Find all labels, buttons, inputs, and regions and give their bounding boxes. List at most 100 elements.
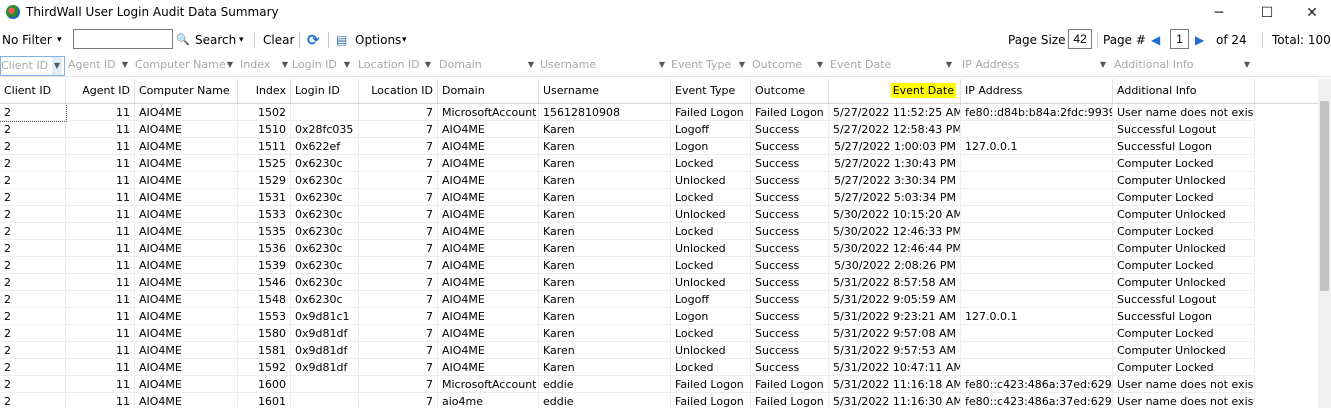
chevron-down-icon[interactable]: ▼ [344,56,350,74]
table-cell[interactable]: fe80::d84b:b84a:2fdc:9939 [961,104,1113,121]
table-cell[interactable]: Success [751,223,829,240]
table-cell[interactable] [961,189,1113,206]
table-cell[interactable]: 2 [0,240,66,257]
table-cell[interactable]: AIO4ME [438,291,539,308]
column-header-location-id[interactable]: Location ID [359,79,438,103]
table-cell[interactable]: 1529 [238,172,291,189]
table-cell[interactable]: Karen [539,155,671,172]
table-cell[interactable]: Computer Locked [1113,155,1255,172]
table-cell[interactable]: AIO4ME [438,308,539,325]
table-cell[interactable]: 5/30/2022 10:15:20 AM [829,206,961,223]
table-cell[interactable]: Success [751,206,829,223]
table-cell[interactable]: 11 [66,223,135,240]
table-cell[interactable]: 11 [66,206,135,223]
table-cell[interactable]: Logon [671,138,751,155]
table-row[interactable]: 2 11 AIO4ME 1502 7 MicrosoftAccount 1561281090… [0,104,1318,122]
chevron-down-icon[interactable]: ▼ [425,56,431,74]
table-cell[interactable]: Success [751,121,829,138]
table-cell[interactable]: Logon [671,308,751,325]
table-cell[interactable]: 11 [66,291,135,308]
table-cell[interactable]: 1548 [238,291,291,308]
table-cell[interactable]: AIO4ME [135,291,238,308]
search-options-chevron-icon[interactable]: ▾ [239,30,244,50]
table-cell[interactable] [961,206,1113,223]
table-cell[interactable]: 2 [0,223,66,240]
table-cell[interactable]: Success [751,325,829,342]
table-cell[interactable]: 1580 [238,325,291,342]
table-cell[interactable]: 7 [359,240,438,257]
table-cell[interactable]: 2 [0,121,66,138]
filter-select[interactable]: No Filter [2,30,52,50]
chevron-down-icon[interactable]: ▼ [282,56,288,74]
table-cell[interactable] [961,274,1113,291]
table-row[interactable]: 2 11 AIO4ME 1600 7 MicrosoftAccount eddie Faile… [0,376,1318,393]
table-cell[interactable]: Computer Locked [1113,189,1255,206]
table-cell[interactable] [961,172,1113,189]
page-number-input[interactable] [1170,29,1189,49]
table-cell[interactable]: Karen [539,342,671,359]
table-cell[interactable]: AIO4ME [135,155,238,172]
filter-event-date[interactable]: Event Date ▼ [830,56,954,74]
table-cell[interactable] [291,376,359,393]
table-cell[interactable]: 1531 [238,189,291,206]
table-row[interactable]: 2 11 AIO4ME 1580 0x9d81df 7 AIO4ME Karen Locked S… [0,325,1318,342]
table-row[interactable]: 2 11 AIO4ME 1536 0x6230c 7 AIO4ME Karen Unlocked… [0,240,1318,257]
table-cell[interactable]: User name does not exist [1113,104,1255,121]
filter-computer-name[interactable]: Computer Name ▼ [135,56,235,74]
table-cell[interactable]: 5/31/2022 9:05:59 AM [829,291,961,308]
table-cell[interactable]: AIO4ME [438,189,539,206]
table-cell[interactable]: Successful Logon [1113,308,1255,325]
table-row[interactable]: 2 11 AIO4ME 1531 0x6230c 7 AIO4ME Karen Locked Su… [0,189,1318,206]
table-cell[interactable]: 0x6230c [291,257,359,274]
table-cell[interactable]: AIO4ME [438,274,539,291]
table-cell[interactable]: 1592 [238,359,291,376]
table-row[interactable]: 2 11 AIO4ME 1553 0x9d81c1 7 AIO4ME Karen Logon Su… [0,308,1318,325]
table-cell[interactable]: 7 [359,274,438,291]
table-cell[interactable]: 2 [0,172,66,189]
table-cell[interactable]: Computer Unlocked [1113,172,1255,189]
table-cell[interactable]: 1600 [238,376,291,393]
table-row[interactable]: 2 11 AIO4ME 1581 0x9d81df 7 AIO4ME Karen Unlocke… [0,342,1318,359]
table-cell[interactable]: AIO4ME [135,104,238,121]
table-cell[interactable] [961,342,1113,359]
table-cell[interactable]: Success [751,240,829,257]
chevron-down-icon[interactable]: ▼ [122,56,128,74]
table-cell[interactable]: Karen [539,206,671,223]
table-row[interactable]: 2 11 AIO4ME 1601 7 aio4me eddie Failed Logon Fai… [0,393,1318,408]
table-cell[interactable] [961,155,1113,172]
table-cell[interactable]: 0x6230c [291,172,359,189]
chevron-down-icon[interactable]: ▼ [946,56,952,74]
previous-page-icon[interactable]: ◀ [1151,30,1160,50]
table-cell[interactable]: 11 [66,155,135,172]
table-row[interactable]: 2 11 AIO4ME 1539 0x6230c 7 AIO4ME Karen Locked Su… [0,257,1318,274]
search-input[interactable] [73,29,173,49]
table-cell[interactable]: Unlocked [671,342,751,359]
filter-domain[interactable]: Domain ▼ [439,56,536,74]
table-cell[interactable]: Karen [539,274,671,291]
table-cell[interactable]: 5/31/2022 10:47:11 AM [829,359,961,376]
table-cell[interactable]: 7 [359,223,438,240]
table-cell[interactable]: Success [751,308,829,325]
table-cell[interactable]: Failed Logon [671,376,751,393]
page-size-input[interactable] [1068,29,1092,49]
table-cell[interactable]: AIO4ME [135,172,238,189]
table-cell[interactable]: 2 [0,189,66,206]
table-cell[interactable]: fe80::c423:486a:37ed:629b [961,393,1113,408]
table-cell[interactable]: AIO4ME [438,342,539,359]
table-row[interactable]: 2 11 AIO4ME 1533 0x6230c 7 AIO4ME Karen Unlocked… [0,206,1318,223]
table-cell[interactable]: Success [751,138,829,155]
table-cell[interactable]: Computer Unlocked [1113,240,1255,257]
column-header-additional-info[interactable]: Additional Info [1113,79,1255,103]
table-row[interactable]: 2 11 AIO4ME 1535 0x6230c 7 AIO4ME Karen Locked Su… [0,223,1318,240]
table-cell[interactable]: 5/27/2022 1:00:03 PM [829,138,961,155]
table-cell[interactable]: 7 [359,257,438,274]
chevron-down-icon[interactable]: ▼ [1100,56,1106,74]
table-cell[interactable]: Karen [539,223,671,240]
table-cell[interactable]: 11 [66,376,135,393]
options-icon[interactable]: ▤ [336,30,347,50]
table-cell[interactable]: 7 [359,291,438,308]
table-cell[interactable]: AIO4ME [135,223,238,240]
table-cell[interactable]: Karen [539,291,671,308]
table-row[interactable]: 2 11 AIO4ME 1546 0x6230c 7 AIO4ME Karen Unlocked… [0,274,1318,291]
table-cell[interactable]: Failed Logon [751,376,829,393]
